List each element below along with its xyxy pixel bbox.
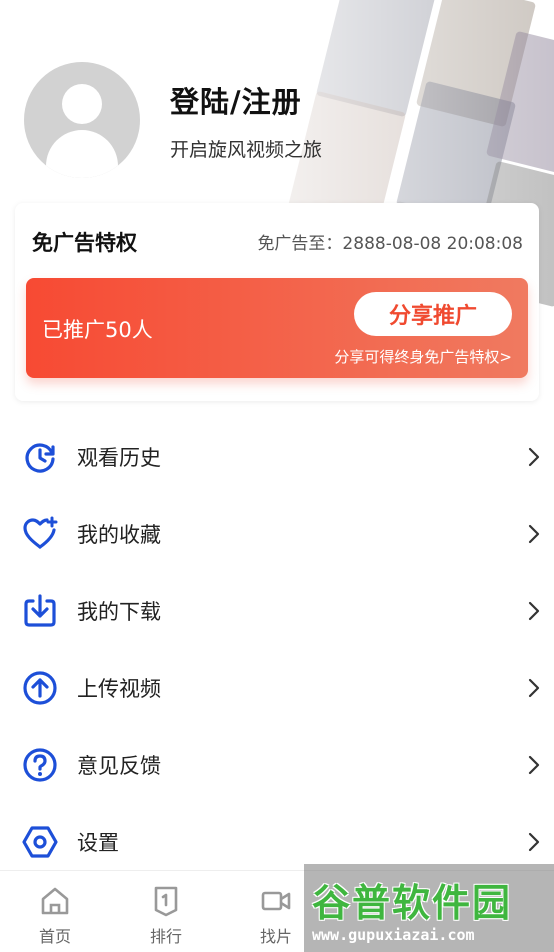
chevron-right-icon [528,447,540,466]
avatar[interactable] [24,62,140,178]
feedback-question-icon [23,747,57,782]
login-register-title[interactable]: 登陆/注册 [170,79,322,121]
tab-label: 找片 [259,927,292,946]
watermark: 谷普软件园 www.gupuxiazai.com [304,864,554,952]
menu-label: 观看历史 [77,445,161,470]
ad-free-expire: 免广告至：2888-08-08 20:08:08 [257,234,523,254]
ranking-icon [154,886,178,917]
home-icon [41,887,69,915]
history-icon [25,442,55,473]
ad-free-card: 免广告特权 免广告至：2888-08-08 20:08:08 已推广50人 分享… [15,203,539,401]
tab-ranking[interactable]: 排行 [131,885,201,947]
menu-list: 观看历史 我的收藏 我的下载 上传视频 意见反馈 设置 [0,418,554,880]
menu-label: 上传视频 [77,676,161,701]
promo-banner: 已推广50人 分享推广 分享可得终身免广告特权> [26,278,528,378]
login-subtitle: 开启旋风视频之旅 [170,138,323,161]
menu-label: 我的下载 [77,599,161,624]
menu-item-upload[interactable]: 上传视频 [0,649,554,726]
chevron-right-icon [528,524,540,543]
menu-label: 我的收藏 [77,522,161,547]
settings-icon [22,825,58,858]
menu-item-downloads[interactable]: 我的下载 [0,572,554,649]
menu-item-feedback[interactable]: 意见反馈 [0,726,554,803]
chevron-right-icon [528,832,540,851]
avatar-body-shape [46,130,118,178]
watermark-title: 谷普软件园 [312,881,513,925]
menu-item-history[interactable]: 观看历史 [0,418,554,495]
tab-find-videos[interactable]: 找片 [241,885,311,947]
tab-label: 排行 [149,927,182,946]
chevron-right-icon [528,678,540,697]
chevron-right-icon [528,755,540,774]
video-camera-icon [261,891,291,911]
menu-label: 意见反馈 [77,753,161,778]
watermark-url: www.gupuxiazai.com [312,926,475,944]
ad-free-title: 免广告特权 [32,231,137,255]
share-promote-button[interactable]: 分享推广 [354,292,512,336]
tab-home[interactable]: 首页 [20,885,90,947]
upload-icon [23,670,57,705]
favorite-heart-icon [23,516,58,549]
tab-label: 首页 [38,927,71,946]
promo-count: 已推广50人 [42,318,153,342]
menu-label: 设置 [77,830,119,855]
profile-header[interactable]: 登陆/注册 开启旋风视频之旅 [24,62,322,178]
menu-item-favorites[interactable]: 我的收藏 [0,495,554,572]
avatar-head-shape [62,84,102,124]
promo-note-link[interactable]: 分享可得终身免广告特权> [334,346,512,367]
download-icon [24,593,56,627]
chevron-right-icon [528,601,540,620]
